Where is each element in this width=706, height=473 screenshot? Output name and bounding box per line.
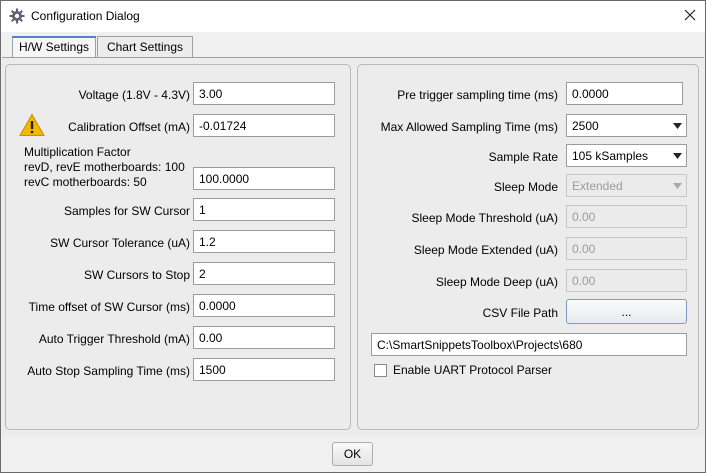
multiplication-factor-note-revde: revD, revE motherboards: 100 bbox=[24, 160, 185, 174]
ok-button-label: OK bbox=[343, 447, 362, 461]
browse-button-label: ... bbox=[621, 304, 632, 319]
configuration-dialog: Configuration Dialog H/W Settings Chart … bbox=[0, 0, 706, 473]
close-icon bbox=[684, 9, 696, 24]
auto-trigger-threshold-input[interactable] bbox=[193, 326, 335, 349]
auto-stop-sampling-time-input[interactable] bbox=[193, 358, 335, 381]
uart-parser-checkbox[interactable] bbox=[374, 364, 387, 377]
sleep-mode-value: Extended bbox=[572, 178, 623, 193]
tab-strip: H/W Settings Chart Settings bbox=[1, 32, 705, 58]
title-bar: Configuration Dialog bbox=[1, 1, 705, 32]
sleep-mode-deep-input bbox=[566, 269, 687, 292]
auto-stop-sampling-time-label: Auto Stop Sampling Time (ms) bbox=[27, 364, 190, 378]
voltage-label: Voltage (1.8V - 4.3V) bbox=[78, 88, 190, 102]
pre-trigger-input[interactable] bbox=[566, 82, 683, 105]
window-title: Configuration Dialog bbox=[31, 9, 140, 23]
auto-trigger-threshold-label: Auto Trigger Threshold (mA) bbox=[38, 332, 190, 346]
multiplication-factor-input[interactable] bbox=[193, 167, 335, 190]
chevron-down-icon bbox=[669, 176, 685, 195]
pre-trigger-label: Pre trigger sampling time (ms) bbox=[397, 88, 558, 102]
sleep-mode-threshold-label: Sleep Mode Threshold (uA) bbox=[411, 211, 558, 225]
ok-button[interactable]: OK bbox=[332, 442, 373, 466]
sleep-mode-deep-label: Sleep Mode Deep (uA) bbox=[435, 275, 558, 289]
sw-cursors-to-stop-input[interactable] bbox=[193, 262, 335, 285]
tab-content: Voltage (1.8V - 4.3V) Calibration Offset… bbox=[2, 57, 704, 436]
sleep-mode-select: Extended bbox=[566, 174, 687, 197]
calibration-offset-label: Calibration Offset (mA) bbox=[68, 120, 190, 134]
multiplication-factor-title: Multiplication Factor bbox=[24, 145, 131, 159]
sleep-mode-extended-input bbox=[566, 237, 687, 260]
sample-rate-label: Sample Rate bbox=[488, 150, 558, 164]
right-settings-panel: Pre trigger sampling time (ms) Max Allow… bbox=[357, 64, 699, 430]
max-sampling-time-label: Max Allowed Sampling Time (ms) bbox=[380, 120, 558, 134]
left-settings-panel: Voltage (1.8V - 4.3V) Calibration Offset… bbox=[5, 64, 351, 430]
sleep-mode-extended-label: Sleep Mode Extended (uA) bbox=[413, 243, 558, 257]
csv-file-path-label: CSV File Path bbox=[482, 306, 558, 320]
chevron-down-icon bbox=[669, 116, 685, 135]
csv-file-path-input[interactable] bbox=[371, 333, 687, 356]
tab-hw-settings[interactable]: H/W Settings bbox=[12, 36, 96, 57]
close-button[interactable] bbox=[675, 1, 705, 32]
tab-chart-settings[interactable]: Chart Settings bbox=[97, 36, 193, 57]
multiplication-factor-label: Multiplication Factor revD, revE motherb… bbox=[24, 145, 185, 190]
time-offset-sw-cursor-label: Time offset of SW Cursor (ms) bbox=[28, 300, 190, 314]
chevron-down-icon bbox=[669, 146, 685, 165]
tab-label: Chart Settings bbox=[106, 40, 184, 54]
sw-cursor-tolerance-input[interactable] bbox=[193, 230, 335, 253]
sleep-mode-label: Sleep Mode bbox=[493, 180, 558, 194]
max-sampling-time-select[interactable]: 2500 bbox=[566, 114, 687, 137]
sample-rate-value: 105 kSamples bbox=[572, 148, 649, 163]
time-offset-sw-cursor-input[interactable] bbox=[193, 294, 335, 317]
warning-icon bbox=[19, 113, 45, 137]
calibration-offset-input[interactable] bbox=[193, 114, 335, 137]
sw-cursor-tolerance-label: SW Cursor Tolerance (uA) bbox=[50, 236, 190, 250]
max-sampling-time-value: 2500 bbox=[572, 118, 599, 133]
uart-parser-label: Enable UART Protocol Parser bbox=[393, 363, 552, 377]
samples-sw-cursor-input[interactable] bbox=[193, 198, 335, 221]
sample-rate-select[interactable]: 105 kSamples bbox=[566, 144, 687, 167]
voltage-input[interactable] bbox=[193, 82, 335, 105]
sleep-mode-threshold-input bbox=[566, 205, 687, 228]
tab-label: H/W Settings bbox=[18, 40, 90, 54]
gear-icon bbox=[9, 8, 25, 24]
browse-csv-button[interactable]: ... bbox=[566, 299, 687, 324]
sw-cursors-to-stop-label: SW Cursors to Stop bbox=[83, 268, 190, 282]
samples-sw-cursor-label: Samples for SW Cursor bbox=[63, 204, 190, 218]
multiplication-factor-note-revc: revC motherboards: 50 bbox=[24, 175, 147, 189]
